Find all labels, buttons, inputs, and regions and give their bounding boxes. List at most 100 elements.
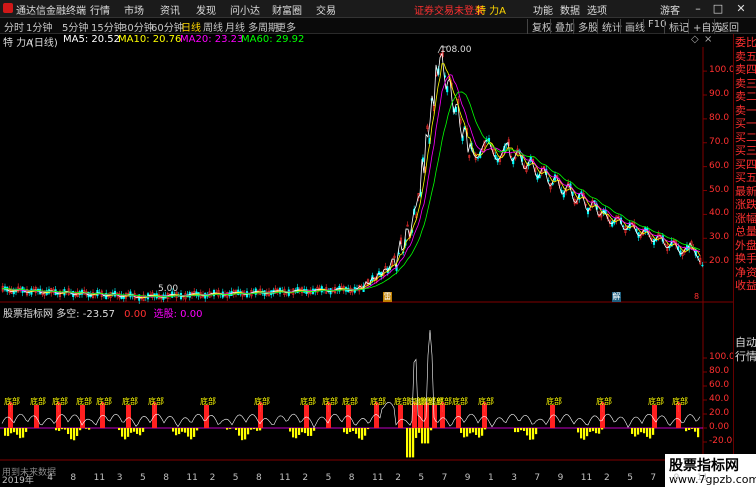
indicator-bar <box>292 428 295 438</box>
indicator-bar <box>187 428 190 437</box>
indicator-name[interactable]: 股票指标网 <box>3 309 53 320</box>
indicator-bar <box>79 428 82 431</box>
indicator-bar <box>10 428 13 434</box>
indicator-bar <box>313 428 316 431</box>
indicator-bar <box>124 428 127 440</box>
signal-label: 底部 <box>436 396 452 406</box>
side-label: 买五 <box>735 171 756 184</box>
indicator-bar <box>58 428 61 431</box>
indicator-bar <box>367 428 370 430</box>
indicator-bar <box>196 428 199 431</box>
time-tick-label: 8 <box>163 473 169 483</box>
side-toggle[interactable]: 自动 <box>735 336 756 349</box>
price-tick-label: 50.0 <box>709 184 730 195</box>
indicator-bar <box>22 428 25 438</box>
indicator-bar <box>289 428 292 432</box>
indicator-bar <box>181 428 184 432</box>
indicator-bar <box>694 428 697 432</box>
time-tick-label: 2 <box>209 473 216 483</box>
indicator-bar <box>253 428 256 430</box>
indicator-bar <box>517 428 520 433</box>
signal-bar <box>652 405 657 428</box>
indicator-v1: 0.00 <box>124 309 147 320</box>
indicator-bar <box>67 428 70 435</box>
time-tick-label: 11 <box>186 473 198 483</box>
time-tick-label: 5 <box>627 473 633 483</box>
event-marker-8[interactable]: 8 <box>694 292 699 301</box>
signal-label: 底部 <box>648 396 664 406</box>
indicator-bar <box>64 428 67 430</box>
indicator-bar <box>412 428 415 458</box>
indicator-bar <box>580 428 583 439</box>
signal-label: 底部 <box>30 396 46 406</box>
signal-label: 底部 <box>200 396 216 406</box>
close-icon[interactable]: ✕ <box>733 0 749 17</box>
indicator-bar <box>520 428 523 431</box>
side-label: 买一 <box>735 117 756 130</box>
event-marker-unlock[interactable]: 解 <box>612 292 621 302</box>
indicator-bar <box>178 428 181 435</box>
side-label: 换手 <box>735 252 756 265</box>
indicator-bar <box>598 428 601 434</box>
signal-bar <box>204 405 209 428</box>
kline-chart[interactable]: 底部 底部 底部 底部 底部 底部 底部 底部 底部 底部 底部 底部 底部 底部底部底部底部底部底部 底部… <box>0 0 733 487</box>
side-label: 收益 <box>735 279 756 292</box>
indicator-bar <box>640 428 643 433</box>
indicator-bar <box>361 428 364 440</box>
ma10-line <box>1 63 701 298</box>
indicator-bar <box>646 428 649 437</box>
indicator-bar <box>478 428 481 438</box>
side-label: 涨幅 <box>735 211 756 225</box>
indicator-bar <box>304 428 307 434</box>
indicator-bar <box>634 428 637 437</box>
side-label: 最新 <box>735 184 756 198</box>
peak-label: 108.00 <box>440 45 472 55</box>
indicator-tick-label: 20.0 <box>709 408 730 418</box>
signal-label: 底部 <box>342 396 358 406</box>
indicator-bar <box>241 428 244 441</box>
indicator-bar <box>142 428 145 432</box>
time-tick-label: 2 <box>395 473 401 483</box>
ma60-line <box>1 91 701 298</box>
indicator-bar <box>136 428 139 434</box>
indicator-tick-label: 60.0 <box>709 380 730 390</box>
signal-label: 底部 <box>76 396 92 406</box>
indicator-bar <box>295 428 298 439</box>
indicator-bar <box>76 428 79 436</box>
indicator-bar <box>349 428 352 433</box>
indicator-bar <box>298 428 301 435</box>
indicator-bar <box>652 428 655 435</box>
indicator-bar <box>70 428 73 440</box>
indicator-bar <box>118 428 121 431</box>
candles <box>1 47 704 304</box>
watermark-title: 股票指标网 <box>669 458 739 474</box>
indicator-bar <box>16 428 19 435</box>
indicator-bar <box>19 428 22 439</box>
side-label: 卖五 <box>735 49 756 63</box>
price-tick-label: 30.0 <box>709 232 730 243</box>
signal-label: 底部 <box>322 396 338 406</box>
indicator-bar <box>88 428 91 430</box>
indicator-bar <box>535 428 538 435</box>
indicator-bar <box>193 428 196 437</box>
indicator-bar <box>469 428 472 434</box>
side-label: 外盘 <box>735 238 756 252</box>
indicator-bar <box>172 428 175 432</box>
candle-body <box>476 157 480 159</box>
indicator-bar <box>697 428 700 438</box>
indicator-bar <box>343 428 346 433</box>
indicator-bar <box>529 428 532 440</box>
time-tick-label: 11 <box>372 473 384 483</box>
indicator-bar <box>631 428 634 434</box>
side-toggle[interactable]: 行情 <box>735 350 756 363</box>
indicator-bar <box>430 428 433 431</box>
indicator-bar <box>589 428 592 432</box>
event-marker-thunder[interactable]: 雷 <box>383 292 392 302</box>
price-tick-label: 80.0 <box>709 112 730 123</box>
indicator-bar <box>238 428 241 436</box>
signal-bar <box>432 405 437 428</box>
side-label: 买二 <box>735 130 756 144</box>
indicator-bar <box>301 428 304 433</box>
signal-label: 底部 <box>452 396 468 406</box>
indicator-bar <box>358 428 361 439</box>
